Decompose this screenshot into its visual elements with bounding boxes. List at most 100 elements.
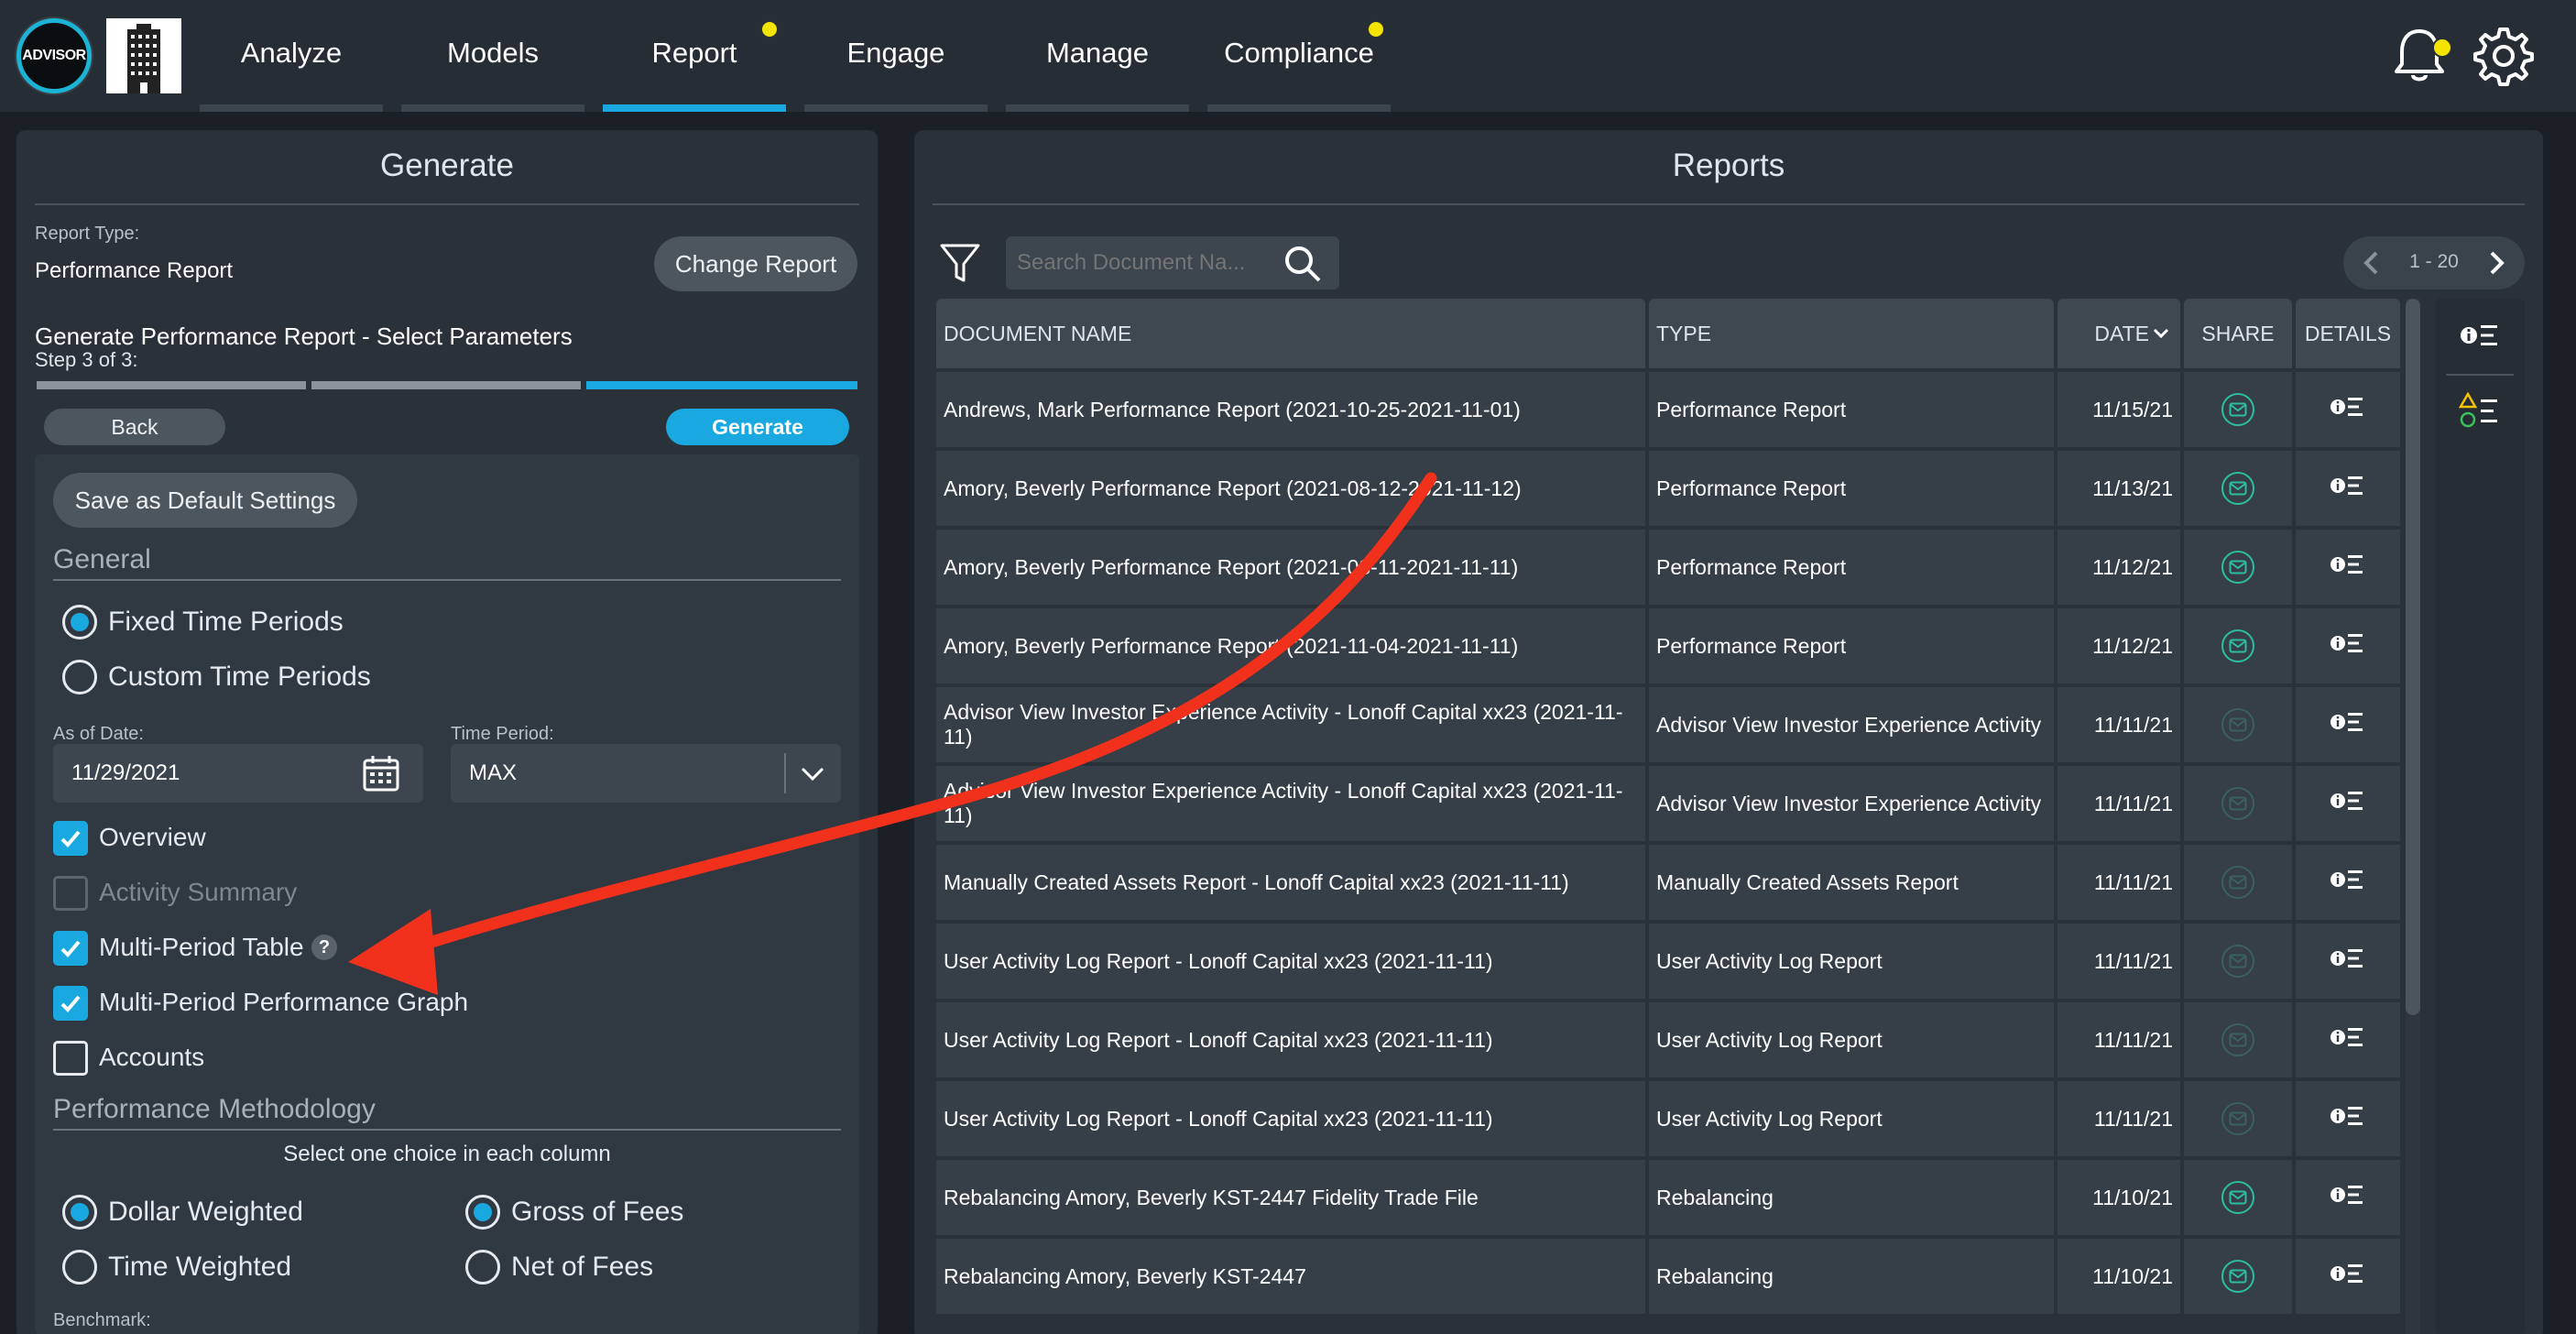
cell-name: Rebalancing Amory, Beverly KST-2447 Fide… <box>936 1160 1645 1235</box>
net-of-fees-radio[interactable] <box>465 1250 500 1285</box>
tab-label: Manage <box>1045 37 1150 69</box>
gear-icon[interactable] <box>2472 24 2536 88</box>
mail-share-icon[interactable] <box>2221 1023 2254 1056</box>
save-default-settings-button[interactable]: Save as Default Settings <box>53 473 357 528</box>
cell-type: Performance Report <box>1649 372 2054 447</box>
multi-period-table-checkbox[interactable] <box>53 931 88 966</box>
column-header-details[interactable]: DETAILS <box>2296 299 2400 368</box>
info-list-icon[interactable] <box>2330 865 2366 900</box>
mail-share-icon[interactable] <box>2221 1181 2254 1214</box>
chevron-right-icon[interactable] <box>2483 249 2510 277</box>
overview-checkbox[interactable] <box>53 821 88 856</box>
tab-label: Analyze <box>240 37 343 69</box>
multi-period-graph-checkbox[interactable] <box>53 986 88 1021</box>
sort-desc-icon[interactable] <box>2151 324 2171 343</box>
cell-share <box>2184 1160 2292 1235</box>
chevron-down-icon[interactable] <box>797 760 828 786</box>
tab-manage[interactable]: Manage <box>1006 0 1189 112</box>
cell-share <box>2184 608 2292 683</box>
advisor-logo[interactable]: ADVISOR <box>16 18 92 93</box>
cell-details <box>2296 451 2400 526</box>
tab-analyze[interactable]: Analyze <box>200 0 383 112</box>
info-list-icon[interactable] <box>2330 707 2366 742</box>
time-weighted-label: Time Weighted <box>108 1252 292 1282</box>
cell-share <box>2184 1081 2292 1156</box>
column-header-document-name[interactable]: DOCUMENT NAME <box>936 299 1645 368</box>
document-type: User Activity Log Report <box>1656 1106 1883 1131</box>
details-panel-icon[interactable] <box>2459 317 2501 354</box>
document-name[interactable]: Rebalancing Amory, Beverly KST-2447 <box>944 1264 1306 1289</box>
document-name[interactable]: Manually Created Assets Report - Lonoff … <box>944 870 1569 895</box>
document-name[interactable]: Rebalancing Amory, Beverly KST-2447 Fide… <box>944 1186 1479 1210</box>
firm-logo <box>106 18 181 93</box>
mail-share-icon[interactable] <box>2221 393 2254 426</box>
document-name[interactable]: Advisor View Investor Experience Activit… <box>944 779 1634 828</box>
fixed-time-periods-radio[interactable] <box>62 605 97 640</box>
generate-heading: Generate Performance Report - Select Par… <box>35 323 573 350</box>
info-list-icon[interactable] <box>2330 944 2366 979</box>
document-name[interactable]: Amory, Beverly Performance Report (2021-… <box>944 476 1522 501</box>
methodology-section-label: Performance Methodology <box>53 1094 376 1124</box>
document-name[interactable]: User Activity Log Report - Lonoff Capita… <box>944 949 1493 974</box>
dollar-weighted-radio[interactable] <box>62 1195 97 1230</box>
info-list-icon[interactable] <box>2330 629 2366 663</box>
cell-details <box>2296 372 2400 447</box>
cell-type: Advisor View Investor Experience Activit… <box>1649 766 2054 841</box>
mail-share-icon[interactable] <box>2221 1260 2254 1293</box>
column-header-type[interactable]: TYPE <box>1649 299 2054 368</box>
document-name[interactable]: User Activity Log Report - Lonoff Capita… <box>944 1028 1493 1053</box>
info-list-icon[interactable] <box>2330 1101 2366 1136</box>
calendar-icon[interactable] <box>361 753 401 793</box>
change-report-button[interactable]: Change Report <box>654 236 857 291</box>
document-name[interactable]: Amory, Beverly Performance Report (2021-… <box>944 634 1518 659</box>
column-header-share[interactable]: SHARE <box>2184 299 2292 368</box>
info-list-icon[interactable] <box>2330 1180 2366 1215</box>
cell-details <box>2296 845 2400 920</box>
chevron-left-icon[interactable] <box>2358 249 2385 277</box>
search-icon[interactable] <box>1283 244 1323 284</box>
info-list-icon[interactable] <box>2330 1259 2366 1294</box>
filter-icon[interactable] <box>938 240 982 286</box>
mail-share-icon[interactable] <box>2221 787 2254 820</box>
mail-share-icon[interactable] <box>2221 551 2254 584</box>
help-icon[interactable]: ? <box>311 935 337 960</box>
gross-of-fees-radio[interactable] <box>465 1195 500 1230</box>
search-input[interactable] <box>1017 244 1273 282</box>
info-list-icon[interactable] <box>2330 1022 2366 1057</box>
document-name[interactable]: Amory, Beverly Performance Report (2021-… <box>944 555 1518 580</box>
cell-name: Advisor View Investor Experience Activit… <box>936 687 1645 762</box>
tab-models[interactable]: Models <box>401 0 584 112</box>
info-list-icon[interactable] <box>2330 550 2366 585</box>
info-list-icon[interactable] <box>2330 786 2366 821</box>
info-list-icon[interactable] <box>2330 392 2366 427</box>
tab-underline <box>603 104 786 112</box>
scrollbar-thumb[interactable] <box>2406 299 2420 1015</box>
mail-share-icon[interactable] <box>2221 1102 2254 1135</box>
document-date: 11/11/21 <box>2093 948 2173 973</box>
document-name[interactable]: User Activity Log Report - Lonoff Capita… <box>944 1107 1493 1132</box>
cell-share <box>2184 766 2292 841</box>
tab-compliance[interactable]: Compliance <box>1207 0 1391 112</box>
document-name[interactable]: Andrews, Mark Performance Report (2021-1… <box>944 398 1521 422</box>
custom-time-periods-radio[interactable] <box>62 660 97 694</box>
tab-report[interactable]: Report <box>603 0 786 112</box>
bell-icon[interactable] <box>2387 24 2451 88</box>
select-separator <box>784 753 786 793</box>
document-type: User Activity Log Report <box>1656 948 1883 973</box>
step-progress-2 <box>311 381 581 389</box>
time-weighted-radio[interactable] <box>62 1250 97 1285</box>
activity-summary-checkbox[interactable] <box>53 876 88 911</box>
mail-share-icon[interactable] <box>2221 629 2254 662</box>
info-list-icon[interactable] <box>2330 471 2366 506</box>
generate-button[interactable]: Generate <box>666 409 849 445</box>
tab-engage[interactable]: Engage <box>804 0 988 112</box>
accounts-checkbox[interactable] <box>53 1041 88 1076</box>
mail-share-icon[interactable] <box>2221 708 2254 741</box>
mail-share-icon[interactable] <box>2221 945 2254 978</box>
back-button[interactable]: Back <box>44 409 225 445</box>
mail-share-icon[interactable] <box>2221 472 2254 505</box>
document-name[interactable]: Advisor View Investor Experience Activit… <box>944 700 1634 749</box>
shapes-list-icon[interactable] <box>2459 392 2501 431</box>
mail-share-icon[interactable] <box>2221 866 2254 899</box>
time-period-select[interactable]: MAX <box>451 744 841 803</box>
